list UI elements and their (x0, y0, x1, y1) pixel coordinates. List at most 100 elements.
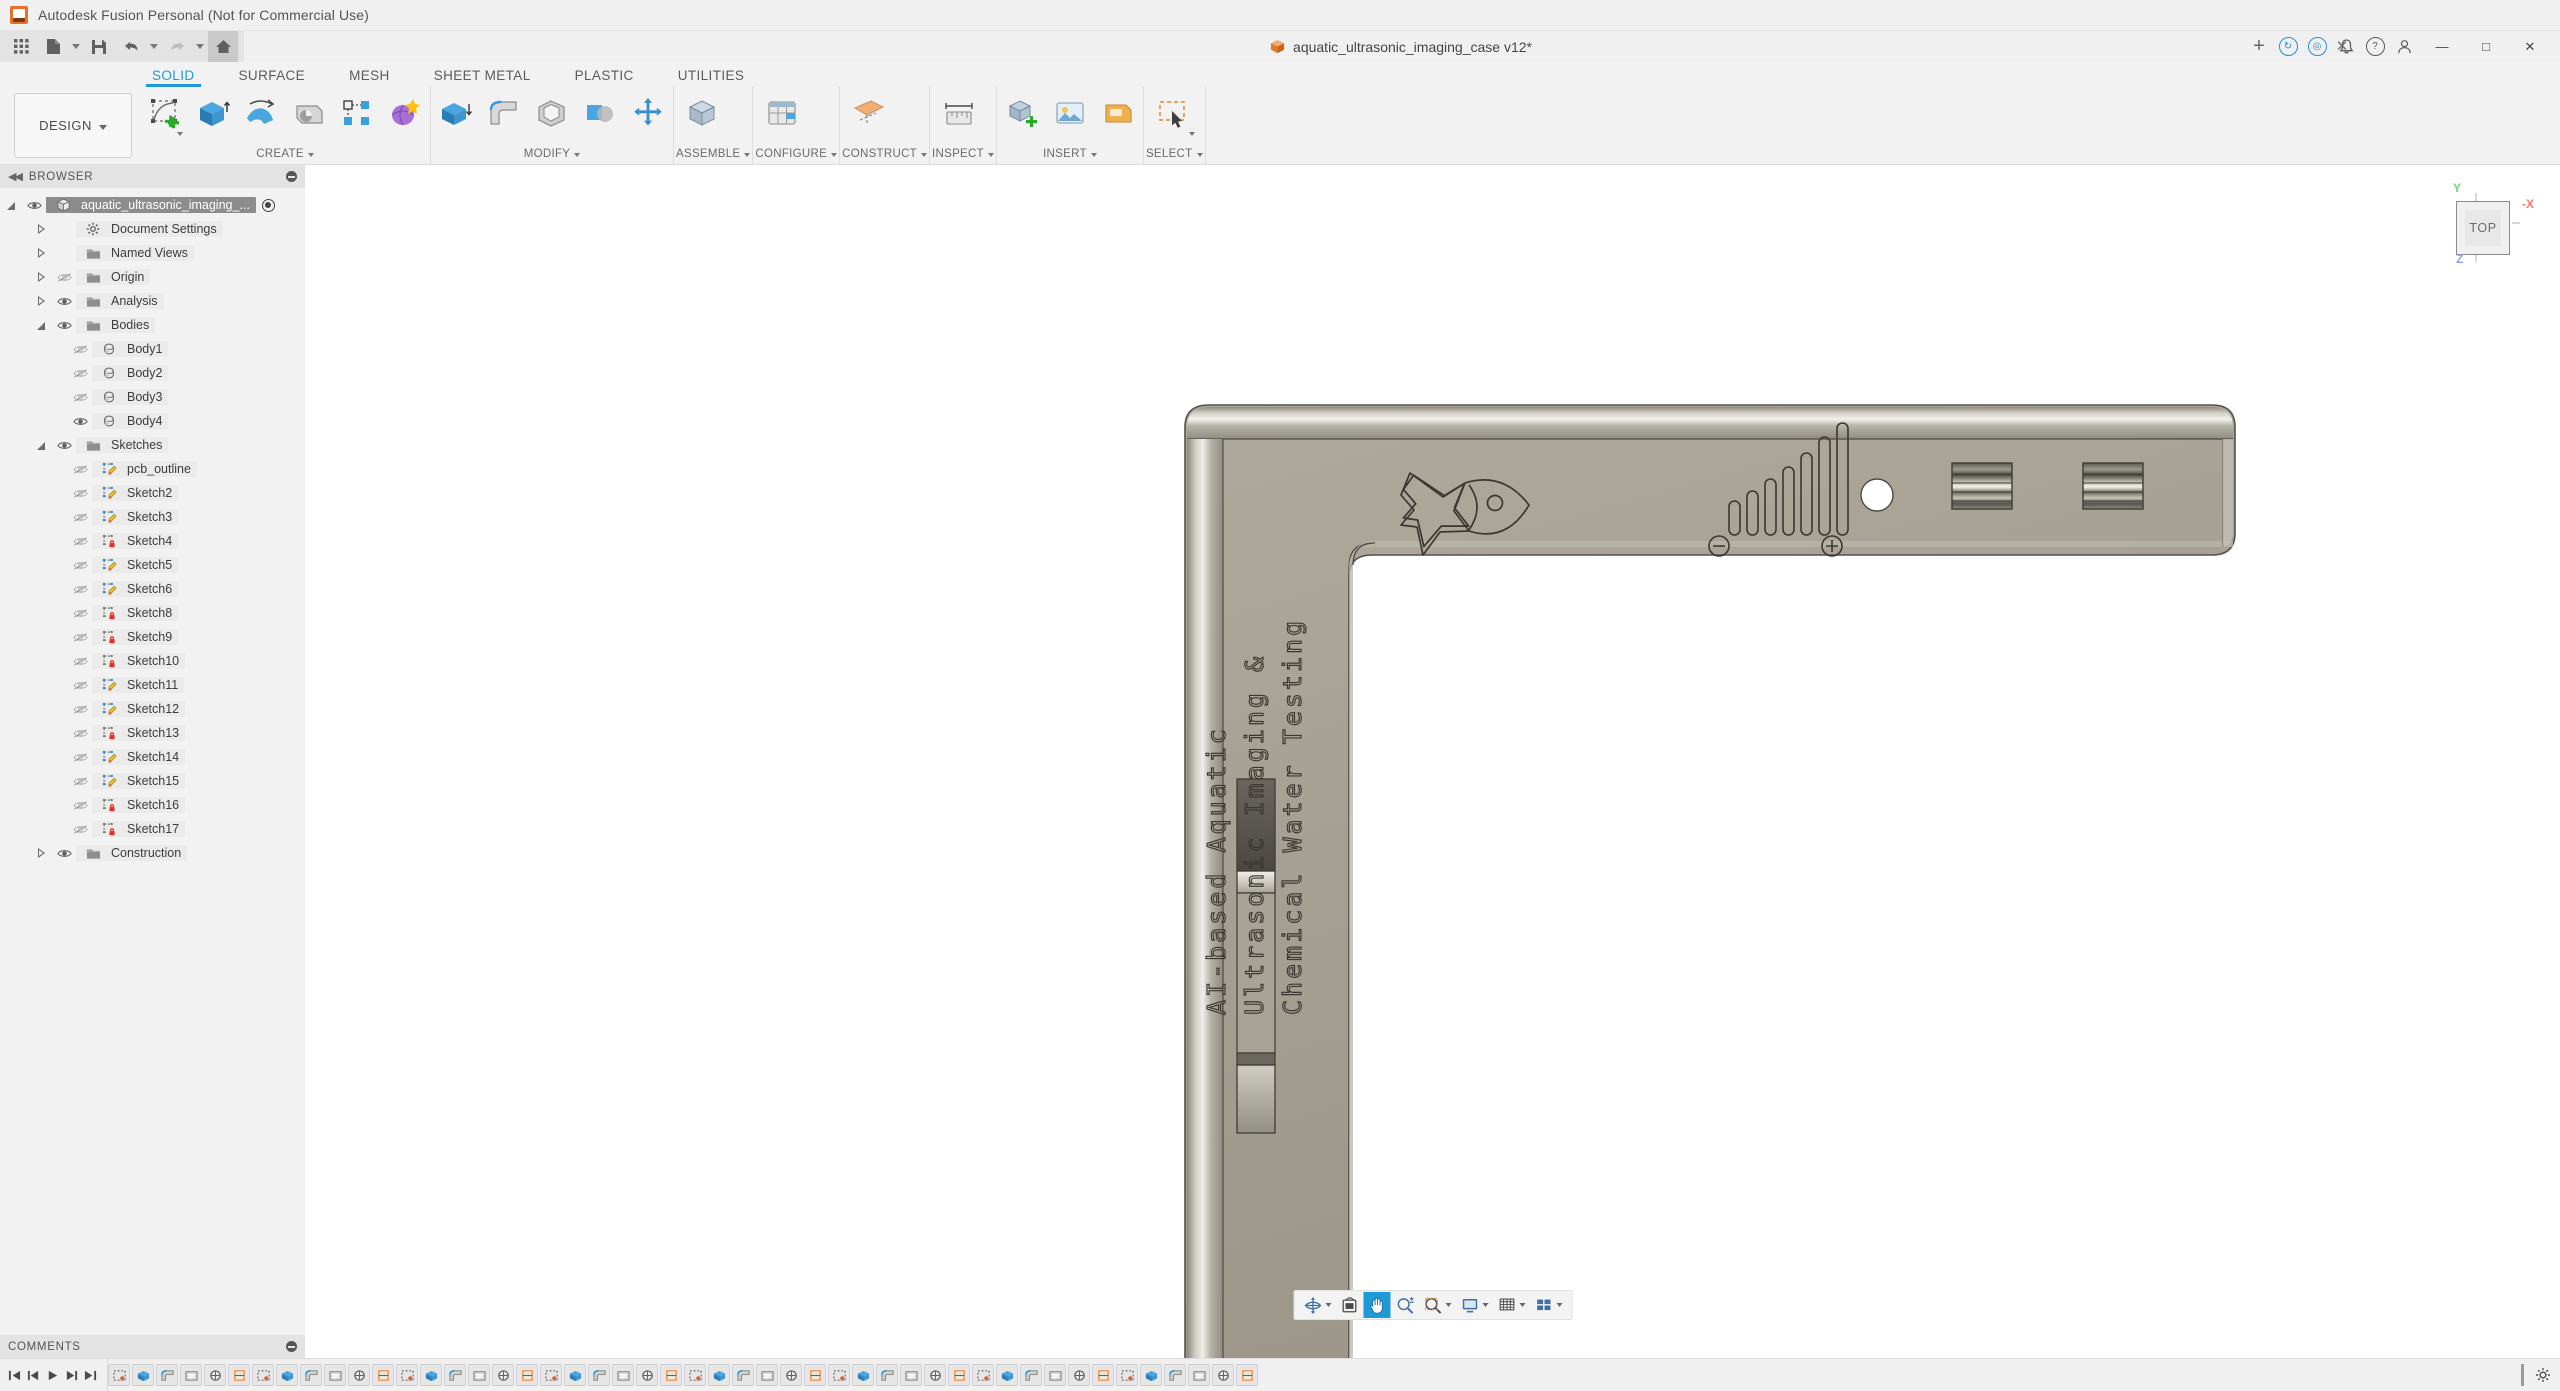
press-pull-button[interactable] (433, 92, 479, 140)
browser-tree-item-named-views[interactable]: Named Views (0, 241, 305, 265)
timeline-step-forward-icon[interactable] (63, 1363, 80, 1387)
insert-decal-button[interactable] (1095, 92, 1141, 140)
visibility-eye-off-icon[interactable] (68, 680, 92, 691)
ribbon-tab-solid[interactable]: SOLID (130, 68, 217, 87)
new-component-button[interactable] (676, 92, 730, 140)
browser-tree-item-construction[interactable]: Construction (0, 841, 305, 865)
activate-component-radio[interactable] (261, 198, 275, 212)
ribbon-group-label-select[interactable]: SELECT (1146, 148, 1203, 164)
browser-tree-item-sketch17[interactable]: Sketch17 (0, 817, 305, 841)
ribbon-group-label-create[interactable]: CREATE (142, 148, 428, 164)
visibility-eye-off-icon[interactable] (68, 632, 92, 643)
visibility-eye-off-icon[interactable] (68, 704, 92, 715)
timeline-feature[interactable] (1188, 1364, 1210, 1386)
timeline-feature[interactable] (588, 1364, 610, 1386)
visibility-eye-off-icon[interactable] (68, 560, 92, 571)
browser-tree-item-sketch3[interactable]: Sketch3 (0, 505, 305, 529)
sweep-button[interactable] (286, 92, 332, 140)
fillet-button[interactable] (481, 92, 527, 140)
timeline-feature[interactable] (444, 1364, 466, 1386)
ribbon-tab-sheet-metal[interactable]: SHEET METAL (412, 68, 553, 87)
ribbon-group-label-assemble[interactable]: ASSEMBLE (676, 148, 750, 164)
timeline-feature[interactable] (252, 1364, 274, 1386)
account-icon[interactable] (2391, 34, 2417, 60)
timeline-feature[interactable] (780, 1364, 802, 1386)
close-button[interactable]: ✕ (2508, 31, 2552, 62)
comments-panel-header[interactable]: COMMENTS (0, 1335, 305, 1358)
browser-tree-item-sketch4[interactable]: Sketch4 (0, 529, 305, 553)
help-icon[interactable]: ? (2362, 34, 2388, 60)
timeline-go-to-start-icon[interactable] (6, 1363, 23, 1387)
timeline-feature[interactable] (468, 1364, 490, 1386)
new-document-dropdown[interactable] (70, 31, 82, 62)
browser-tree-item-body3[interactable]: Body3 (0, 385, 305, 409)
visibility-eye-off-icon[interactable] (68, 536, 92, 547)
visibility-eye-off-icon[interactable] (68, 488, 92, 499)
3d-canvas[interactable]: TOP Y -X Z AI-based Aquatic Ultrasonic I… (305, 165, 2560, 1358)
timeline-playhead-marker[interactable] (2521, 1364, 2524, 1386)
visibility-eye-icon[interactable] (52, 440, 76, 451)
extension-icon[interactable]: ◎ (2304, 34, 2330, 60)
visibility-eye-icon[interactable] (52, 848, 76, 859)
redo-icon[interactable] (162, 31, 192, 62)
panel-options-icon[interactable] (286, 171, 297, 182)
timeline-feature[interactable] (324, 1364, 346, 1386)
timeline-feature[interactable] (372, 1364, 394, 1386)
view-cube-face-top[interactable]: TOP (2456, 201, 2510, 255)
browser-tree-item-sketch11[interactable]: Sketch11 (0, 673, 305, 697)
undo-icon[interactable] (116, 31, 146, 62)
timeline-feature[interactable] (516, 1364, 538, 1386)
redo-dropdown[interactable] (194, 31, 206, 62)
pan-hand-icon[interactable] (1363, 1292, 1390, 1318)
viewports-icon[interactable] (1530, 1292, 1566, 1318)
timeline-feature[interactable] (756, 1364, 778, 1386)
timeline-feature[interactable] (708, 1364, 730, 1386)
visibility-eye-icon[interactable] (22, 200, 46, 211)
collapse-arrow-icon[interactable] (30, 321, 52, 330)
visibility-eye-off-icon[interactable] (68, 512, 92, 523)
timeline-feature[interactable] (636, 1364, 658, 1386)
visibility-eye-icon[interactable] (68, 416, 92, 427)
measure-button[interactable] (932, 92, 986, 140)
job-status-icon[interactable]: ↻ (2275, 34, 2301, 60)
new-tab-button[interactable]: + (2246, 34, 2272, 60)
visibility-eye-off-icon[interactable] (68, 728, 92, 739)
app-grid-icon[interactable] (6, 31, 36, 62)
browser-tree-item-body4[interactable]: Body4 (0, 409, 305, 433)
timeline-feature[interactable] (1212, 1364, 1234, 1386)
grid-snap-icon[interactable] (1493, 1292, 1529, 1318)
timeline-feature[interactable] (204, 1364, 226, 1386)
ribbon-tab-utilities[interactable]: UTILITIES (656, 68, 767, 87)
orbit-icon[interactable] (1299, 1292, 1335, 1318)
save-icon[interactable] (84, 31, 114, 62)
timeline-feature[interactable] (828, 1364, 850, 1386)
timeline-feature[interactable] (1044, 1364, 1066, 1386)
browser-tree-item-sketch2[interactable]: Sketch2 (0, 481, 305, 505)
timeline-feature[interactable] (396, 1364, 418, 1386)
ribbon-tab-surface[interactable]: SURFACE (217, 68, 328, 87)
ribbon-group-label-inspect[interactable]: INSPECT (932, 148, 994, 164)
ribbon-group-label-construct[interactable]: CONSTRUCT (842, 148, 927, 164)
visibility-eye-off-icon[interactable] (68, 776, 92, 787)
timeline-feature-track[interactable] (108, 1364, 2524, 1386)
timeline-feature[interactable] (108, 1364, 130, 1386)
browser-tree-item-sketch9[interactable]: Sketch9 (0, 625, 305, 649)
timeline-feature[interactable] (660, 1364, 682, 1386)
visibility-eye-off-icon[interactable] (68, 824, 92, 835)
visibility-eye-off-icon[interactable] (68, 656, 92, 667)
timeline-feature[interactable] (156, 1364, 178, 1386)
visibility-eye-icon[interactable] (52, 320, 76, 331)
timeline-feature[interactable] (996, 1364, 1018, 1386)
revolve-button[interactable] (238, 92, 284, 140)
visibility-eye-off-icon[interactable] (68, 800, 92, 811)
timeline-feature[interactable] (948, 1364, 970, 1386)
timeline-feature[interactable] (1068, 1364, 1090, 1386)
ribbon-group-label-configure[interactable]: CONFIGURE (755, 148, 837, 164)
timeline-feature[interactable] (876, 1364, 898, 1386)
browser-tree-item-sketch15[interactable]: Sketch15 (0, 769, 305, 793)
timeline-feature[interactable] (1236, 1364, 1258, 1386)
zoom-icon[interactable] (1391, 1292, 1418, 1318)
configure-button[interactable] (755, 92, 809, 140)
home-icon[interactable] (208, 31, 238, 62)
visibility-eye-icon[interactable] (52, 296, 76, 307)
